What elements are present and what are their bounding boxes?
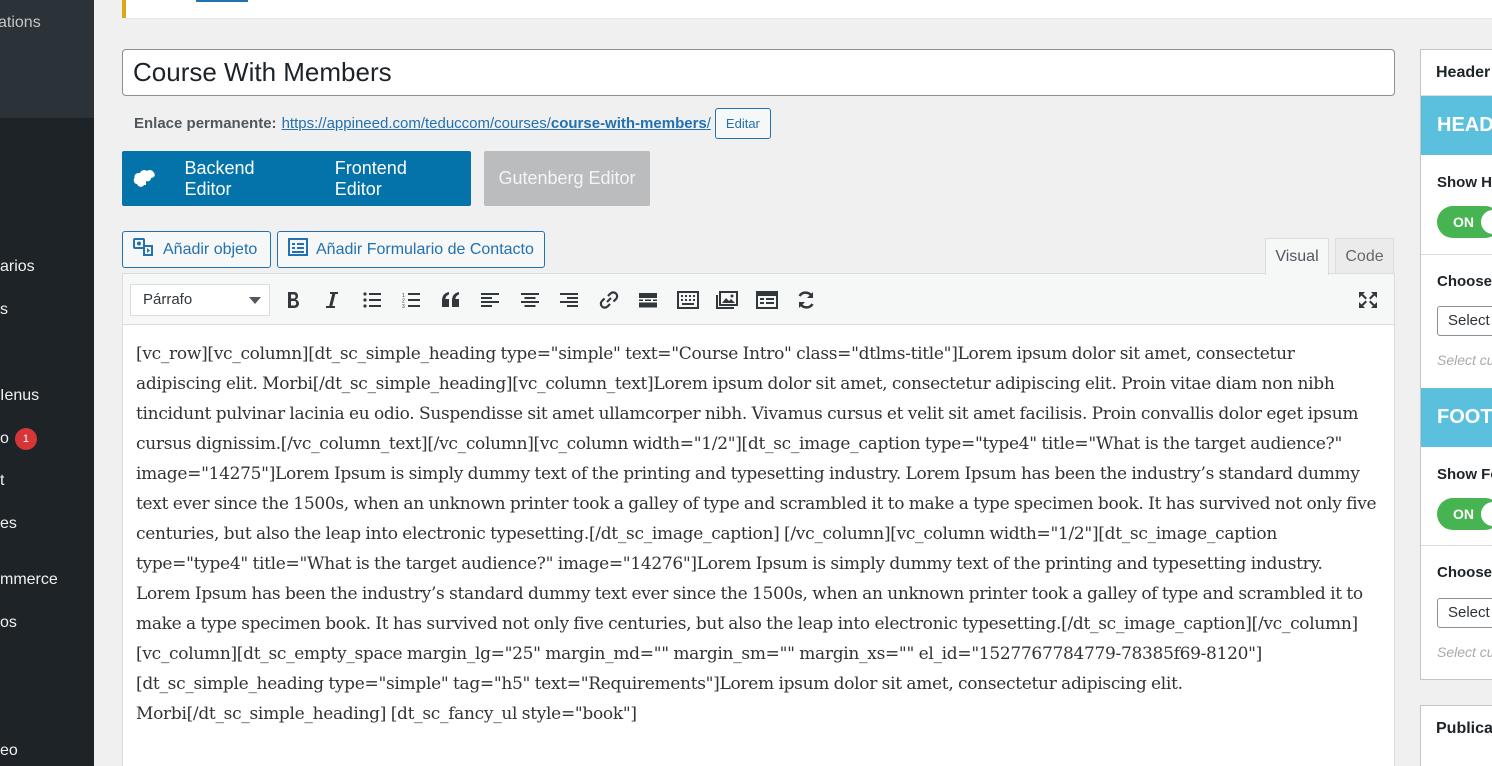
post-content-text: [vc_row][vc_column][dt_sc_simple_heading… — [136, 344, 1377, 724]
add-media-icon — [133, 237, 163, 262]
sidebar-item-label: es — [0, 515, 17, 532]
toggle-label: ON — [1453, 506, 1474, 522]
permalink-label: Enlace permanente: — [134, 114, 277, 132]
footer-section-band: FOOT — [1421, 388, 1492, 447]
align-left-icon[interactable] — [476, 286, 504, 314]
sidebar-item-label: mmerce — [0, 571, 58, 588]
align-right-icon[interactable] — [555, 286, 583, 314]
permalink-row: Enlace permanente: https://appineed.com/… — [134, 107, 771, 139]
sidebar-item-notifications[interactable]: ations — [0, 14, 41, 32]
sidebar-item-label: ations — [0, 14, 41, 31]
toggle-knob — [1481, 210, 1492, 234]
sidebar-item-updates[interactable]: o1 — [0, 428, 37, 450]
tab-visual[interactable]: Visual — [1265, 238, 1329, 275]
header-section-band: HEAD — [1421, 96, 1492, 155]
align-center-icon[interactable] — [516, 286, 544, 314]
add-media-label: Añadir objeto — [163, 240, 258, 258]
update-count-badge: 1 — [14, 428, 37, 450]
backend-editor-button[interactable]: Backend Editor — [169, 151, 319, 206]
show-footer-toggle[interactable]: ON — [1437, 498, 1492, 530]
footer-select-hint: Select cu — [1437, 644, 1492, 660]
sidebar-item-menus[interactable]: Ienus — [0, 387, 39, 405]
sidebar-item-users[interactable]: arios — [0, 258, 35, 276]
bold-icon[interactable] — [279, 286, 307, 314]
fullscreen-icon[interactable] — [1354, 286, 1382, 314]
toggle-label: ON — [1453, 214, 1474, 230]
edit-slug-button[interactable]: Editar — [714, 107, 771, 139]
gutenberg-editor-button[interactable]: Gutenberg Editor — [484, 151, 650, 206]
toolbar-toggle-icon[interactable] — [674, 286, 702, 314]
add-media-icon[interactable] — [713, 286, 741, 314]
notice-link[interactable] — [196, 0, 248, 2]
add-contact-form-button[interactable]: Añadir Formulario de Contacto — [277, 231, 545, 268]
post-content-editor[interactable]: [vc_row][vc_column][dt_sc_simple_heading… — [122, 325, 1395, 766]
permalink-trail: / — [706, 114, 711, 132]
tab-code[interactable]: Code — [1335, 238, 1394, 274]
refresh-icon[interactable] — [792, 286, 820, 314]
publish-title: Publica — [1436, 720, 1492, 737]
admin-sidebar: ations arios s Ienus o1 t es mmerce os e… — [0, 0, 94, 766]
wpbakery-switch-bar: Backend Editor Frontend Editor — [122, 151, 471, 206]
editor-toolbar: Párrafo 123 — [122, 273, 1395, 325]
permalink-base: https://appineed.com/teduccom/courses/ — [281, 114, 551, 132]
sidebar-item-products[interactable]: os — [0, 614, 17, 632]
divider — [1421, 254, 1492, 255]
sidebar-item-label: t — [0, 472, 5, 489]
bullet-list-icon[interactable] — [358, 286, 386, 314]
sidebar-item-woocommerce[interactable]: mmerce — [0, 571, 58, 589]
header-select[interactable]: Select — [1437, 306, 1492, 336]
chevron-down-icon — [249, 297, 261, 304]
show-header-toggle[interactable]: ON — [1437, 206, 1492, 238]
frontend-editor-button[interactable]: Frontend Editor — [319, 151, 471, 206]
sidebar-item-label: arios — [0, 258, 35, 275]
blockquote-icon[interactable] — [437, 286, 465, 314]
svg-text:3: 3 — [402, 304, 405, 308]
choose-header-label: Choose — [1437, 273, 1492, 290]
publish-metabox: Publica — [1420, 705, 1492, 766]
sidebar-item-label: s — [0, 301, 8, 318]
sidebar-item-courses[interactable]: es — [0, 515, 17, 533]
toggle-knob — [1481, 502, 1492, 526]
header-footer-metabox: Header HEAD Show H ON Choose Select Sele… — [1420, 49, 1492, 680]
show-header-label: Show H — [1437, 174, 1492, 191]
format-select-value: Párrafo — [143, 291, 193, 308]
header-select-hint: Select cu — [1437, 352, 1492, 368]
show-footer-label: Show Fo — [1437, 466, 1492, 483]
add-form-label: Añadir Formulario de Contacto — [316, 240, 534, 258]
sidebar-item-dt[interactable]: t — [0, 472, 4, 490]
italic-icon[interactable] — [318, 286, 346, 314]
read-more-icon[interactable] — [634, 286, 662, 314]
metabox-title: Header — [1436, 64, 1491, 81]
sidebar-item-label: os — [0, 614, 17, 631]
sidebar-item-label: eo — [0, 742, 18, 759]
format-select[interactable]: Párrafo — [130, 284, 270, 316]
admin-notice — [122, 0, 1492, 18]
permalink-link[interactable]: https://appineed.com/teduccom/courses/co… — [282, 115, 711, 132]
post-title-input[interactable]: Course With Members — [122, 49, 1395, 96]
link-icon[interactable] — [595, 286, 623, 314]
numbered-list-icon[interactable]: 123 — [397, 286, 425, 314]
footer-select[interactable]: Select — [1437, 598, 1492, 628]
sidebar-item-video[interactable]: eo — [0, 742, 18, 760]
form-icon — [288, 238, 316, 261]
choose-footer-label: Choose — [1437, 564, 1492, 581]
add-media-button[interactable]: Añadir objeto — [122, 231, 271, 268]
sidebar-item-tools[interactable]: s — [0, 301, 8, 319]
sidebar-item-label: Ienus — [0, 387, 40, 404]
wpbakery-logo-icon — [122, 151, 169, 206]
divider — [1421, 545, 1492, 546]
sidebar-item-label: o — [0, 430, 9, 447]
form-icon[interactable] — [753, 286, 781, 314]
permalink-slug: course-with-members — [550, 114, 707, 132]
